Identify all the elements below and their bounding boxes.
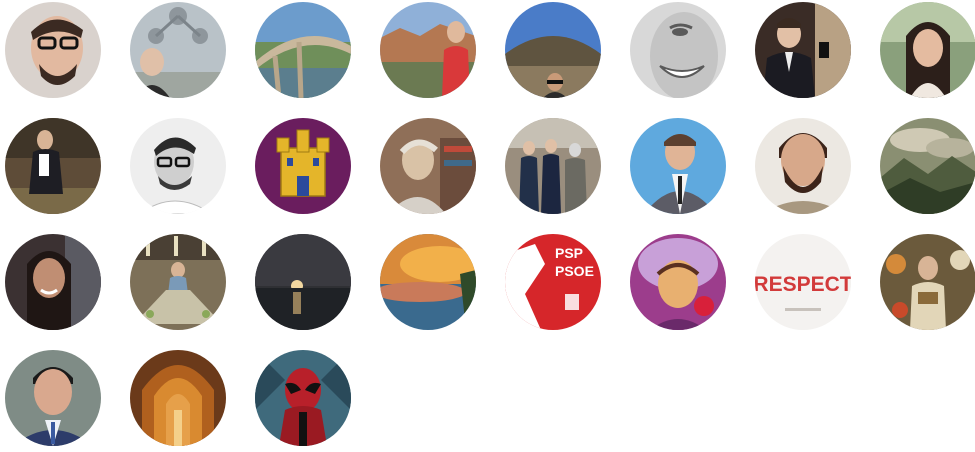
avatar-6[interactable] xyxy=(630,2,726,98)
avatar-8[interactable] xyxy=(880,2,975,98)
avatar-15[interactable] xyxy=(755,118,851,214)
avatar-5[interactable] xyxy=(505,2,601,98)
respect-text: RESPECT xyxy=(755,273,851,296)
avatar-14[interactable] xyxy=(630,118,726,214)
avatar-23[interactable]: RESPECT xyxy=(755,234,851,330)
castle-flag-icon xyxy=(255,118,351,214)
profile-photo-icon xyxy=(505,2,601,98)
profile-photo-icon xyxy=(505,118,601,214)
avatar-2[interactable] xyxy=(130,2,226,98)
avatar-13[interactable] xyxy=(505,118,601,214)
avatar-24[interactable] xyxy=(880,234,975,330)
profile-photo-icon xyxy=(5,234,101,330)
avatar-7[interactable] xyxy=(755,2,851,98)
profile-photo-icon xyxy=(630,234,726,330)
profile-photo-icon xyxy=(5,350,101,446)
profile-photo-icon xyxy=(380,118,476,214)
avatar-grid: PSP PSOE RESPECT xyxy=(0,0,975,452)
profile-photo-icon xyxy=(5,118,101,214)
avatar-11[interactable] xyxy=(255,118,351,214)
profile-photo-icon xyxy=(880,234,975,330)
profile-photo-icon xyxy=(130,118,226,214)
profile-photo-icon xyxy=(380,2,476,98)
avatar-16[interactable] xyxy=(880,118,975,214)
avatar-10[interactable] xyxy=(130,118,226,214)
profile-photo-icon xyxy=(255,2,351,98)
profile-photo-icon xyxy=(5,2,101,98)
profile-photo-icon xyxy=(880,2,975,98)
avatar-4[interactable] xyxy=(380,2,476,98)
profile-photo-icon xyxy=(755,118,851,214)
avatar-3[interactable] xyxy=(255,2,351,98)
avatar-22[interactable] xyxy=(630,234,726,330)
profile-photo-icon xyxy=(130,2,226,98)
avatar-19[interactable] xyxy=(255,234,351,330)
avatar-17[interactable] xyxy=(5,234,101,330)
landscape-photo-icon xyxy=(880,118,975,214)
avatar-18[interactable] xyxy=(130,234,226,330)
avatar-1[interactable] xyxy=(5,2,101,98)
psoe-text-1: PSP xyxy=(555,245,583,261)
avatar-12[interactable] xyxy=(380,118,476,214)
profile-photo-icon xyxy=(630,118,726,214)
profile-photo-icon xyxy=(130,234,226,330)
psoe-text-2: PSOE xyxy=(555,263,594,279)
avatar-21[interactable]: PSP PSOE xyxy=(505,234,601,330)
deadpool-icon xyxy=(255,350,351,446)
avatar-27[interactable] xyxy=(255,350,351,446)
psoe-logo-icon: PSP PSOE xyxy=(505,234,601,330)
respect-logo-icon: RESPECT xyxy=(755,234,851,330)
avatar-20[interactable] xyxy=(380,234,476,330)
avatar-26[interactable] xyxy=(130,350,226,446)
sunset-photo-icon xyxy=(255,234,351,330)
avatar-25[interactable] xyxy=(5,350,101,446)
profile-photo-icon xyxy=(630,2,726,98)
sunset-photo-icon xyxy=(380,234,476,330)
arches-photo-icon xyxy=(130,350,226,446)
profile-photo-icon xyxy=(755,2,851,98)
avatar-9[interactable] xyxy=(5,118,101,214)
